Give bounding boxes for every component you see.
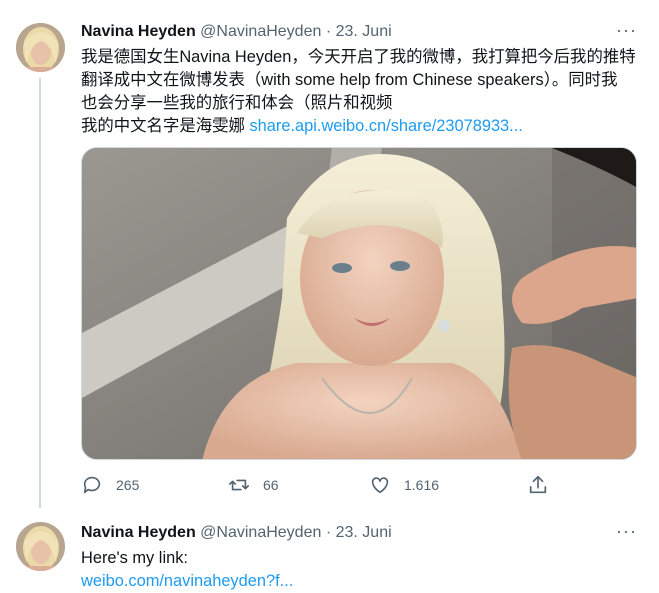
tweet-text-segment: 我的中文名字是海雯娜	[81, 117, 250, 135]
reply-button[interactable]: 265	[81, 474, 139, 496]
reply-icon	[83, 476, 101, 494]
retweet-button[interactable]: 66	[228, 474, 279, 496]
tweet-text-line: 也会分享一些我的旅行和体会（照片和视频	[81, 94, 393, 112]
tweet-date[interactable]: 23. Juni	[336, 524, 392, 541]
tweet-text-line: 翻译成中文在微博发表（with some help from Chinese s…	[81, 71, 618, 89]
thread-connector-line	[39, 78, 41, 508]
heart-icon	[371, 477, 389, 494]
author-handle[interactable]: @NavinaHeyden	[200, 23, 321, 40]
tweet-link[interactable]: weibo.com/navinaheyden?f...	[81, 570, 641, 593]
retweet-count: 66	[263, 477, 279, 493]
author-name[interactable]: Navina Heyden	[81, 23, 196, 40]
separator-dot: ·	[325, 23, 332, 40]
tweet-text-line: 我是德国女生Navina Heyden，今天开启了我的微博，我打算把今后我的推特	[81, 48, 636, 66]
like-count: 1.616	[404, 477, 440, 493]
tweet-text: Here's my link: weibo.com/navinaheyden?f…	[81, 547, 641, 593]
tweet-text-line: 我的中文名字是海雯娜 share.api.weibo.cn/share/2307…	[81, 115, 641, 138]
more-options-icon[interactable]: ···	[616, 20, 637, 41]
share-button[interactable]	[527, 474, 562, 496]
share-icon	[529, 475, 547, 494]
reply-count: 265	[116, 477, 140, 493]
tweet-actions: 265 66 1.616	[81, 474, 551, 498]
more-options-icon[interactable]: ···	[616, 521, 637, 542]
photo-woman-blonde-hair-icon	[82, 148, 636, 459]
like-button[interactable]: 1.616	[369, 474, 439, 496]
tweet-link[interactable]: share.api.weibo.cn/share/23078933...	[249, 117, 522, 135]
tweet-media-photo[interactable]	[81, 147, 637, 460]
avatar[interactable]	[16, 23, 65, 72]
tweet-header: Navina Heyden @NavinaHeyden · 23. Juni	[81, 524, 392, 542]
tweet-header: Navina Heyden @NavinaHeyden · 23. Juni	[81, 23, 392, 41]
author-handle[interactable]: @NavinaHeyden	[200, 524, 321, 541]
tweet-text-line: Here's my link:	[81, 549, 188, 567]
retweet-icon	[229, 479, 249, 491]
tweet-text: 我是德国女生Navina Heyden，今天开启了我的微博，我打算把今后我的推特…	[81, 46, 641, 138]
tweet-date[interactable]: 23. Juni	[336, 23, 392, 40]
avatar[interactable]	[16, 522, 65, 571]
separator-dot: ·	[325, 524, 332, 541]
author-name[interactable]: Navina Heyden	[81, 524, 196, 541]
